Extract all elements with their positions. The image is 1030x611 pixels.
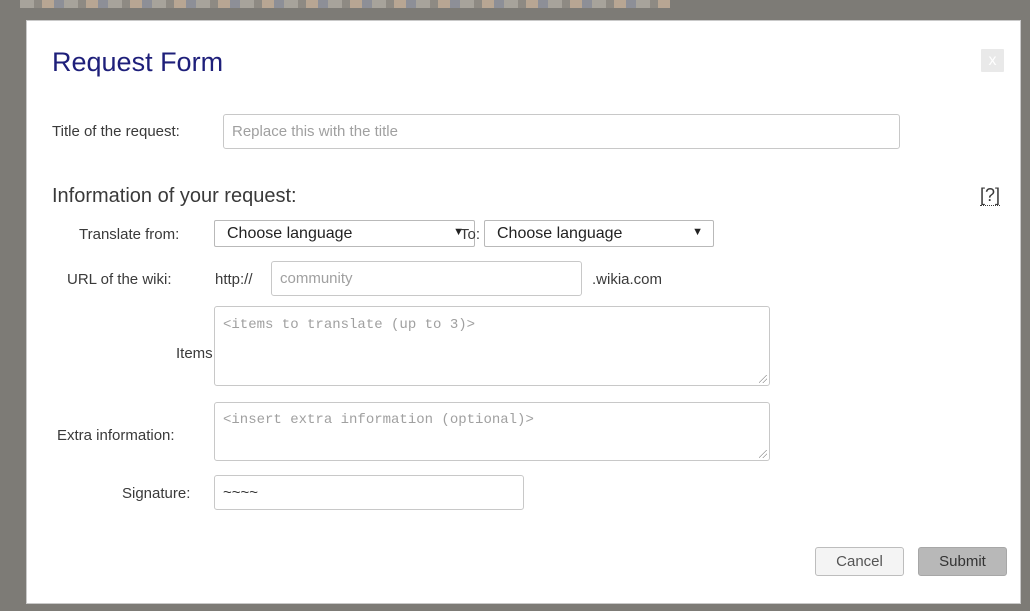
close-button[interactable]: x [981, 49, 1004, 72]
section-title: Information of your request: [52, 185, 297, 207]
translate-from-value: Choose language [227, 225, 353, 242]
url-placeholder: community [280, 270, 353, 287]
title-label: Title of the request: [52, 123, 180, 140]
title-input[interactable]: Replace this with the title [223, 114, 900, 149]
signature-value: ~~~~ [223, 484, 259, 501]
close-icon: x [988, 52, 997, 69]
extra-info-placeholder: <insert extra information (optional)> [223, 412, 534, 428]
cancel-button[interactable]: Cancel [815, 547, 904, 576]
translate-to-select[interactable]: Choose language ▼ [484, 220, 714, 247]
extra-info-textarea[interactable]: <insert extra information (optional)> [214, 402, 770, 461]
to-label: To: [460, 226, 481, 243]
submit-button[interactable]: Submit [918, 547, 1007, 576]
url-label: URL of the wiki: [67, 271, 172, 288]
help-link[interactable]: [?] [980, 185, 1001, 206]
translate-from-label: Translate from: [79, 226, 180, 243]
signature-input[interactable]: ~~~~ [214, 475, 524, 510]
request-form-dialog: Request Form x Title of the request: Rep… [26, 20, 1021, 604]
items-label: Items: [176, 345, 217, 362]
url-suffix: .wikia.com [592, 271, 663, 288]
resize-handle-icon[interactable] [759, 375, 767, 383]
translate-from-select[interactable]: Choose language ▼ [214, 220, 475, 247]
url-prefix: http:// [215, 271, 253, 288]
background-toolbar-strip [20, 0, 670, 8]
dialog-title: Request Form [52, 47, 224, 77]
title-placeholder: Replace this with the title [232, 123, 398, 140]
translate-to-value: Choose language [497, 225, 623, 242]
wiki-url-input[interactable]: community [271, 261, 582, 296]
signature-label: Signature: [122, 485, 191, 502]
items-textarea[interactable]: <items to translate (up to 3)> [214, 306, 770, 386]
items-placeholder: <items to translate (up to 3)> [223, 317, 476, 333]
extra-info-label: Extra information: [57, 427, 175, 444]
chevron-down-icon: ▼ [692, 226, 703, 238]
resize-handle-icon[interactable] [759, 450, 767, 458]
